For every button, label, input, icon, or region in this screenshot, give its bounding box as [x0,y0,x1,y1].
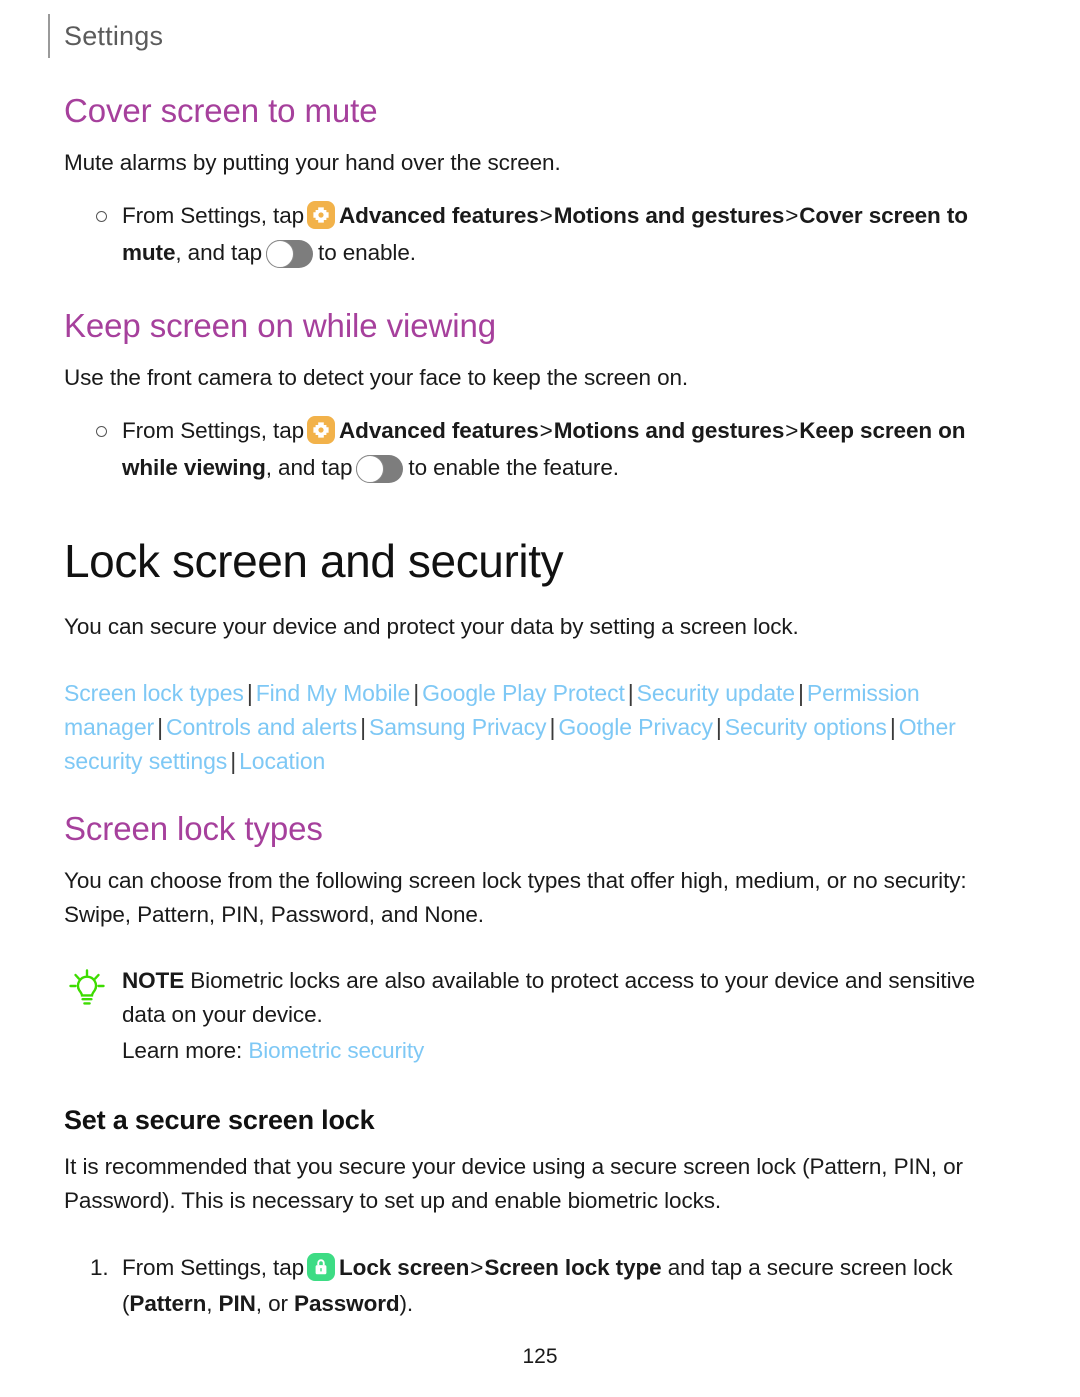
link-separator: | [889,713,896,740]
heading-lock-screen-and-security: Lock screen and security [64,535,564,587]
link-google-play-protect[interactable]: Google Play Protect [422,680,625,706]
learn-more-label: Learn more: [122,1038,243,1064]
note-learn-more-line: Learn more: Biometric security [122,1034,1008,1068]
paragraph-set-secure-screen-lock-intro: It is recommended that you secure your d… [64,1153,963,1213]
toggle-switch-icon[interactable] [356,454,404,483]
paragraph-cover-screen-to-mute-intro: Mute alarms by putting your hand over th… [64,149,561,175]
chevron-separator-2: > [785,418,799,444]
running-header: Settings [48,14,163,58]
toggle-knob [356,454,385,483]
step-mid-text: , and tap [175,239,263,265]
link-separator: | [627,679,634,706]
step-prefix: From Settings, tap [122,1255,305,1281]
lock-option-password: Password [294,1291,400,1317]
step-path-motions-and-gestures[interactable]: Motions and gestures [554,203,785,228]
heading-cover-screen-to-mute: Cover screen to mute [64,92,378,129]
page-number: 125 [522,1345,558,1368]
link-separator: | [413,679,420,706]
cross-reference-link-list: Screen lock types | Find My Mobile | Google … [64,676,1008,778]
heading-screen-lock-types: Screen lock types [64,809,323,847]
note-callout: NOTE Biometric locks are also available … [64,964,1008,1069]
link-controls-and-alerts[interactable]: Controls and alerts [166,714,357,740]
list-item: From Settings, tap Advanced features>Mot… [96,413,1008,486]
document-page: Settings Cover screen to mute Mute alarm… [0,0,1080,1397]
link-screen-lock-types[interactable]: Screen lock types [64,680,244,706]
link-security-options[interactable]: Security options [725,714,887,740]
lock-option-pin: PIN [218,1291,256,1317]
link-separator: | [798,679,804,706]
chevron-separator: > [539,418,553,444]
toggle-knob [266,239,295,268]
step-path-screen-lock-type[interactable]: Screen lock type [484,1255,661,1280]
step-mid-text: , and tap [265,454,353,480]
step-suffix-text: to enable. [318,239,416,265]
link-separator: | [246,679,253,706]
link-biometric-security[interactable]: Biometric security [248,1038,424,1063]
paragraph-lock-screen-intro: You can secure your device and protect y… [64,613,799,639]
link-separator: | [230,747,237,774]
heading-set-a-secure-screen-lock: Set a secure screen lock [64,1104,375,1135]
header-divider-rule [48,14,50,58]
step-path-motions-and-gestures[interactable]: Motions and gestures [554,418,785,443]
chevron-separator: > [539,203,553,229]
toggle-switch-icon[interactable] [266,239,314,268]
note-text-line: NOTE Biometric locks are also available … [122,964,1008,1032]
link-samsung-privacy[interactable]: Samsung Privacy [369,714,547,740]
step-prefix: From Settings, tap [122,203,305,229]
note-label: NOTE [122,968,185,994]
link-separator: | [360,713,366,740]
heading-keep-screen-on-while-viewing: Keep screen on while viewing [64,307,496,344]
paragraph-keep-screen-on-intro: Use the front camera to detect your face… [64,364,689,390]
link-google-privacy[interactable]: Google Privacy [558,714,713,740]
step-path-advanced-features[interactable]: Advanced features [339,203,539,228]
note-body: Biometric locks are also available to pr… [122,968,976,1028]
link-separator: | [715,713,722,740]
lock-option-pattern: Pattern [129,1291,207,1317]
step-list-keep-screen-on: From Settings, tap Advanced features>Mot… [64,413,1008,486]
paragraph-screen-lock-types-intro: You can choose from the following screen… [64,867,967,927]
step-path-advanced-features[interactable]: Advanced features [339,418,539,443]
step-suffix-text: to enable the feature. [408,454,619,480]
option-separator-2: , or [255,1291,295,1317]
step-prefix: From Settings, tap [122,418,305,444]
chevron-separator-2: > [785,203,799,229]
link-separator: | [549,713,556,740]
step-path-lock-screen[interactable]: Lock screen [339,1255,469,1280]
lightbulb-icon [66,967,108,1009]
content-column: Cover screen to mute Mute alarms by putt… [64,92,1008,1333]
link-separator: | [157,713,163,740]
option-separator-1: , [206,1291,219,1317]
chevron-separator: > [470,1255,484,1281]
step-list-cover-screen-to-mute: From Settings, tap Advanced features>Mot… [64,198,1008,271]
link-location[interactable]: Location [239,748,325,774]
link-find-my-mobile[interactable]: Find My Mobile [256,680,411,706]
step-suffix-text: ). [399,1291,414,1317]
list-item: From Settings, tap Lock screen>Screen lo… [90,1250,1008,1323]
settings-icon[interactable] [307,201,336,230]
lock-icon[interactable] [307,1253,336,1282]
numbered-step-list-set-secure-lock: From Settings, tap Lock screen>Screen lo… [64,1250,1008,1323]
list-item: From Settings, tap Advanced features>Mot… [96,198,1008,271]
settings-icon[interactable] [307,416,336,445]
header-title: Settings [64,20,164,51]
link-security-update[interactable]: Security update [637,680,795,706]
